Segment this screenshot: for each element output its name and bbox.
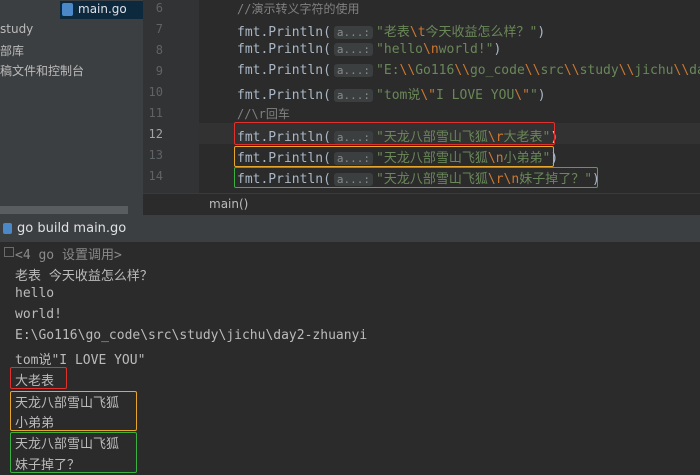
line-number: 9 — [155, 64, 163, 78]
console-header-line: <4 go 设置调用> — [15, 248, 122, 263]
console-line: world! — [15, 307, 62, 322]
editor-gutter: 6 7 8 9 10 11 12 13 14 — [143, 0, 222, 193]
run-tab[interactable]: go build main.go — [17, 221, 126, 236]
code-line: fmt.Println(a...: "tom说\"I LOVE YOU\"") — [237, 88, 546, 103]
param-hint: a...: — [333, 43, 374, 56]
line-number: 7 — [155, 22, 163, 36]
code-line: fmt.Println(a...: "E:\\Go116\\go_code\\sr… — [237, 63, 700, 78]
run-tab-bar: go build main.go — [0, 215, 700, 243]
line-number: 8 — [155, 43, 163, 57]
line-number: 14 — [148, 169, 163, 183]
project-panel: main.go study 部库 稿文件和控制台 — [0, 0, 143, 215]
project-file-main-go[interactable]: main.go — [60, 1, 143, 19]
console-box-orange — [10, 391, 137, 431]
console-line: 老表 今天收益怎么样？ — [15, 269, 153, 284]
line-number: 6 — [155, 1, 163, 15]
code-line: fmt.Println(a...: "老表\t今天收益怎么样？") — [237, 25, 546, 40]
console-line: hello — [15, 286, 55, 301]
project-file-label: main.go — [78, 2, 127, 16]
line-number: 12 — [148, 127, 163, 141]
project-item-scratches[interactable]: 稿文件和控制台 — [0, 62, 84, 79]
code-line-comment: //演示转义字符的使用 — [237, 2, 360, 16]
breadcrumb: main() — [143, 193, 700, 216]
line-number: 11 — [148, 106, 163, 120]
annotation-box-orange — [234, 146, 554, 167]
annotation-box-green — [234, 167, 598, 188]
line-number: 10 — [148, 85, 163, 99]
annotation-box-red — [234, 122, 555, 145]
console-line: tom说"I LOVE YOU" — [15, 353, 146, 368]
console-box-red — [10, 367, 67, 389]
code-line-comment: //\r回车 — [237, 107, 290, 121]
project-item-study[interactable]: study — [0, 22, 33, 36]
console-box-green — [10, 432, 137, 473]
code-line: fmt.Println(a...: "hello\nworld!") — [237, 42, 502, 57]
console-line: E:\Go116\go_code\src\study\jichu\day2-zh… — [15, 328, 368, 343]
project-item-libraries[interactable]: 部库 — [0, 42, 24, 59]
go-file-icon — [3, 223, 12, 234]
sidebar-scrollbar[interactable] — [0, 206, 128, 214]
expand-icon[interactable] — [4, 247, 14, 257]
param-hint: a...: — [333, 26, 374, 39]
line-number: 13 — [148, 148, 163, 162]
breadcrumb-main[interactable]: main() — [209, 197, 248, 211]
param-hint: a...: — [333, 64, 374, 77]
go-file-icon — [62, 3, 73, 16]
param-hint: a...: — [333, 89, 374, 102]
